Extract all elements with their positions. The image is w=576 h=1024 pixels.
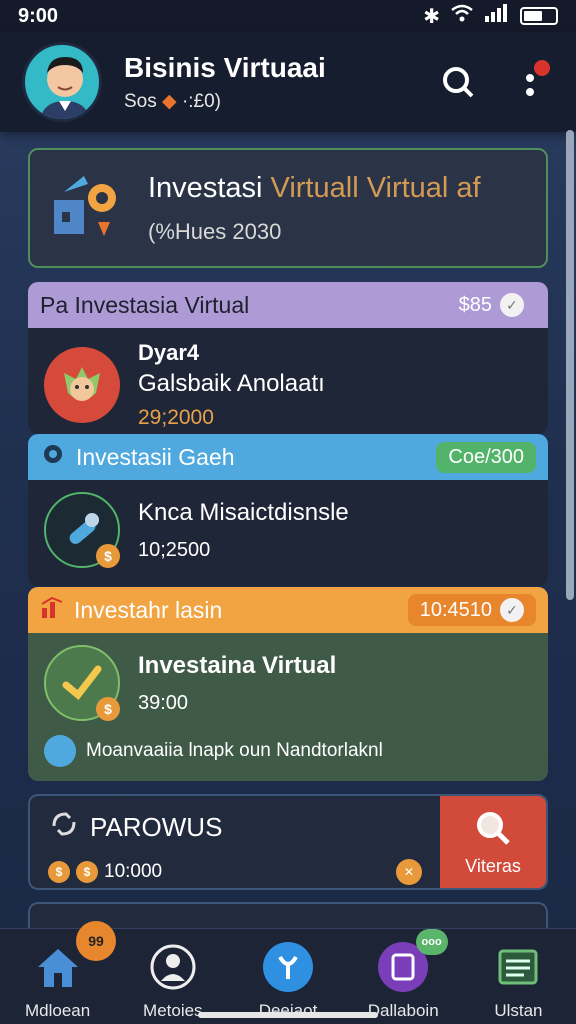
- gear-icon: [40, 441, 66, 473]
- header-text: Bisinis Virtuaai Sos ◆ ·:£0): [124, 52, 410, 113]
- nav-item-dashboard[interactable]: ooo Dallaboin: [346, 929, 461, 1024]
- bluetooth-icon: ✱: [423, 5, 440, 28]
- nav-item-center[interactable]: Deeiaot: [230, 929, 345, 1024]
- header-sub-prefix: Sos: [124, 90, 157, 112]
- card-3-pill: 10:4510 ✓: [407, 594, 536, 626]
- card-3-title: Investahr lasin: [74, 596, 223, 623]
- card-1-body: Dyar4 Galsbaik Anolaatı 29;2000: [28, 328, 548, 434]
- hero-card[interactable]: Investasi Virtuall Virtual af (%Hues 203…: [28, 148, 548, 268]
- search-card-left: PAROWUS $ $ 10:000 ✕: [30, 796, 440, 888]
- hero-title-accent: Virtuall Virtual af: [270, 171, 481, 204]
- refresh-icon: [48, 808, 80, 847]
- wifi-icon: [450, 4, 474, 28]
- check-icon: ✓: [500, 293, 524, 317]
- card-3-body: $ Investaina Virtual 39:00: [28, 633, 548, 733]
- search-card-title: PAROWUS: [48, 808, 422, 847]
- search-action-button[interactable]: Viteras: [440, 796, 546, 888]
- checkmark-icon: $: [44, 645, 120, 721]
- investment-card-1[interactable]: Pa Investasia Virtual $85 ✓ Dyar4 Galsba…: [28, 282, 548, 434]
- card-3-line-2: 39:00: [138, 691, 189, 714]
- user-avatar-icon: [44, 735, 76, 767]
- nav-label-home: Mdloean: [24, 1001, 91, 1020]
- card-2-title: Investasii Gaeh: [76, 443, 235, 470]
- card-2-line-1: Knca Misaictdisnsle: [138, 498, 349, 526]
- investment-card-3[interactable]: Investahr lasin 10:4510 ✓ $ Investaina V…: [28, 587, 548, 781]
- search-card-title-text: PAROWUS: [90, 812, 223, 842]
- investment-gear-icon: [48, 168, 128, 248]
- hero-subtitle: (%Hues 2030: [148, 218, 282, 244]
- app-header: Bisinis Virtuaai Sos ◆ ·:£0): [0, 32, 576, 132]
- card-3-header: Investahr lasin 10:4510 ✓: [28, 587, 548, 633]
- home-icon: [32, 941, 84, 993]
- nav-label-list: Ulstan: [494, 1001, 543, 1020]
- chart-icon: [40, 594, 66, 626]
- card-1-text: Dyar4 Galsbaik Anolaatı 29;2000: [138, 340, 325, 430]
- card-1-title: Pa Investasia Virtual: [40, 291, 250, 318]
- coin-badge-icon: $: [96, 544, 120, 568]
- coin-icon: $: [48, 861, 70, 883]
- signal-icon: [484, 4, 510, 28]
- nav-label-center: Deeiaot: [258, 1001, 318, 1020]
- card-1-pill: $85 ✓: [447, 289, 536, 321]
- card-3-footer-text: Moanvaaiia lnapk oun Nandtorlaknl: [86, 740, 383, 761]
- card-3-line-1: Investaina Virtual: [138, 651, 337, 679]
- nav-item-profile[interactable]: Metoies: [115, 929, 230, 1024]
- coin-icon: $: [76, 861, 98, 883]
- avatar[interactable]: [22, 42, 102, 122]
- list-icon: [492, 941, 544, 993]
- notifications-button[interactable]: [506, 58, 554, 106]
- card-1-line-3: 29;2000: [138, 406, 214, 429]
- lion-icon: [44, 347, 120, 423]
- fire-icon: ◆: [162, 90, 177, 112]
- search-card-amount: 10:000: [104, 861, 163, 882]
- search-button[interactable]: [434, 58, 482, 106]
- status-bar: 9:00 ✱: [0, 0, 576, 32]
- check-icon: ✓: [500, 598, 524, 622]
- search-icon: [443, 67, 474, 98]
- card-1-line-1: Dyar4: [138, 340, 200, 365]
- search-card[interactable]: PAROWUS $ $ 10:000 ✕ Viteras: [28, 794, 548, 890]
- card-3-footer: Moanvaaiia lnapk oun Nandtorlaknl: [28, 735, 548, 767]
- close-coin-icon[interactable]: ✕: [396, 859, 422, 885]
- hero-title-main: Investasi: [148, 171, 263, 204]
- status-time: 9:00: [18, 4, 59, 27]
- card-2-body: $ Knca Misaictdisnsle 10;2500: [28, 480, 548, 580]
- bottom-nav: 99 Mdloean Metoies Deeiaot ooo Dallaboin…: [0, 921, 576, 1024]
- card-3-text: Investaina Virtual 39:00: [138, 652, 336, 715]
- card-2-line-2: 10;2500: [138, 538, 211, 561]
- nav-item-home[interactable]: 99 Mdloean: [0, 921, 116, 1024]
- scrollbar[interactable]: [566, 130, 574, 600]
- microphone-icon: $: [44, 492, 120, 568]
- hero-title: Investasi Virtuall Virtual af: [148, 172, 481, 205]
- search-card-row: $ $ 10:000 ✕: [48, 859, 422, 885]
- magnifier-icon: [477, 811, 510, 845]
- app-title: Bisinis Virtuaai: [124, 51, 326, 83]
- notification-badge: [534, 60, 550, 76]
- card-1-header: Pa Investasia Virtual $85 ✓: [28, 282, 548, 328]
- nav-dashboard-badge: ooo: [415, 929, 448, 955]
- card-1-line-2: Galsbaik Anolaatı: [138, 370, 325, 397]
- nav-item-list[interactable]: Ulstan: [461, 929, 576, 1024]
- nav-home-badge: 99: [76, 921, 116, 961]
- card-2-pill: Coe/300: [436, 441, 536, 473]
- home-indicator[interactable]: [198, 1012, 378, 1018]
- status-icons: ✱: [423, 4, 558, 29]
- card-3-pill-value: 10:4510: [419, 598, 492, 621]
- nav-label-dashboard: Dallaboin: [367, 1001, 439, 1020]
- coin-badge-icon: $: [96, 697, 120, 721]
- card-1-pill-value: $85: [458, 293, 492, 316]
- card-2-text: Knca Misaictdisnsle 10;2500: [138, 499, 349, 562]
- header-sub-suffix: ·:£0): [181, 90, 222, 112]
- hero-text: Investasi Virtuall Virtual af (%Hues 203…: [148, 172, 481, 245]
- battery-icon: [520, 7, 558, 25]
- nav-label-profile: Metoies: [143, 1001, 203, 1020]
- search-action-label: Viteras: [465, 855, 521, 876]
- header-subtitle: Sos ◆ ·:£0): [124, 90, 410, 113]
- user-icon: [147, 941, 199, 993]
- card-2-header: Investasii Gaeh Coe/300: [28, 434, 548, 480]
- branch-icon: [262, 941, 314, 993]
- investment-card-2[interactable]: Investasii Gaeh Coe/300 $ Knca Misaictdi…: [28, 434, 548, 586]
